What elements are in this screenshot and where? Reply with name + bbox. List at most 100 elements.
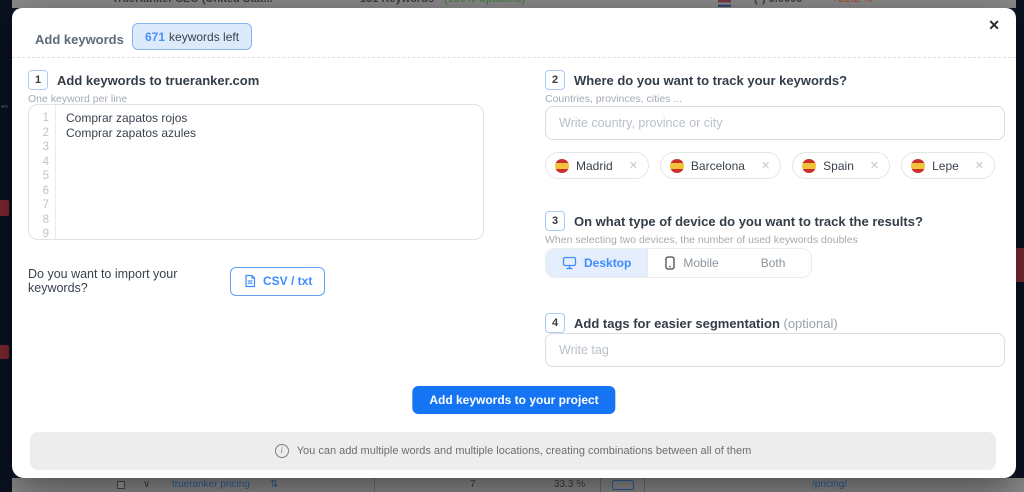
device-label: Desktop — [584, 256, 631, 270]
column-divider — [374, 478, 375, 492]
editor-line-numbers: 1 2 3 4 5 6 7 8 9 — [29, 105, 56, 239]
line-number: 8 — [29, 213, 49, 228]
chip-close-icon[interactable]: ✕ — [629, 159, 638, 172]
location-chip: Lepe ✕ — [901, 152, 995, 179]
background-bottom-row: ∨ trueranker pricing ⇅ 7 33.3 % /pricing… — [12, 478, 1024, 492]
device-option-mobile[interactable]: Mobile — [648, 249, 734, 277]
keyword-line: Comprar zapatos azules — [66, 126, 483, 141]
chevron-icon: ∨ — [143, 479, 150, 490]
step1-title: Add keywords to trueranker.com — [57, 73, 259, 88]
csv-import-button[interactable]: CSV / txt — [230, 267, 325, 296]
line-number: 5 — [29, 169, 49, 184]
line-number: 1 — [29, 111, 49, 126]
bg-row-checkbox — [117, 481, 125, 489]
chip-label: Madrid — [576, 159, 613, 173]
chip-label: Barcelona — [691, 159, 745, 173]
bg-row-url: /pricing/ — [812, 479, 847, 490]
bg-keywords-count: 151 Keywords — [360, 0, 434, 5]
screen: wo TrueRanker SEO (United Stat... 151 Ke… — [0, 0, 1024, 492]
spain-flag-icon — [911, 159, 925, 173]
bg-row-keyword: trueranker pricing — [172, 479, 250, 490]
spain-flag-icon — [802, 159, 816, 173]
header-divider — [12, 57, 1016, 58]
keywords-editor[interactable]: 1 2 3 4 5 6 7 8 9 Comprar zapatos rojos … — [28, 104, 484, 240]
location-chips: Madrid ✕ Barcelona ✕ Spain ✕ Lepe ✕ — [545, 152, 995, 179]
step2-title: Where do you want to track your keywords… — [574, 73, 847, 88]
chip-close-icon[interactable]: ✕ — [870, 159, 879, 172]
line-number: 2 — [29, 126, 49, 141]
import-row: Do you want to import your keywords? CSV… — [28, 266, 325, 296]
line-number: 7 — [29, 198, 49, 213]
sort-icon: ⇅ — [270, 479, 278, 490]
step3-title: On what type of device do you want to tr… — [574, 214, 923, 229]
device-option-both[interactable]: Both — [735, 249, 812, 277]
serp-preview-icon — [612, 480, 634, 490]
bg-delta: +22.2 % — [832, 0, 873, 5]
device-segmented-control: Desktop Mobile Both — [545, 248, 812, 278]
device-option-desktop[interactable]: Desktop — [546, 249, 648, 277]
file-icon — [243, 274, 257, 288]
info-bar: i You can add multiple words and multipl… — [30, 432, 996, 470]
step3-header: 3 On what type of device do you want to … — [545, 211, 923, 231]
close-icon[interactable]: ✕ — [988, 18, 1000, 32]
editor-content[interactable]: Comprar zapatos rojos Comprar zapatos az… — [56, 105, 483, 239]
step4-title-main: Add tags for easier segmentation — [574, 316, 780, 331]
info-icon: i — [275, 444, 289, 458]
chip-close-icon[interactable]: ✕ — [761, 159, 770, 172]
step4-title: Add tags for easier segmentation (option… — [574, 316, 838, 331]
spain-flag-icon — [555, 159, 569, 173]
info-note: You can add multiple words and multiple … — [297, 445, 752, 457]
add-keywords-submit-button[interactable]: Add keywords to your project — [412, 386, 615, 414]
step2-subtitle: Countries, provinces, cities ... — [545, 93, 682, 105]
sidebar-text-fragment: wo — [1, 104, 8, 110]
bg-row-percent: 33.3 % — [554, 479, 585, 490]
desktop-icon — [562, 256, 577, 270]
bg-project-name: TrueRanker SEO (United Stat... — [112, 0, 273, 5]
line-number: 6 — [29, 184, 49, 199]
location-chip: Barcelona ✕ — [660, 152, 781, 179]
step2-header: 2 Where do you want to track your keywor… — [545, 70, 847, 90]
keywords-left-label: keywords left — [169, 30, 239, 44]
right-edge-badge-fragment — [1016, 248, 1024, 282]
step3-number: 3 — [545, 211, 565, 231]
mobile-icon — [664, 256, 676, 270]
device-label: Mobile — [683, 256, 718, 270]
line-number: 4 — [29, 155, 49, 170]
chip-label: Spain — [823, 159, 854, 173]
import-question: Do you want to import your keywords? — [28, 267, 218, 295]
add-keywords-modal: ✕ Add keywords 671 keywords left 1 Add k… — [12, 8, 1016, 478]
location-chip: Madrid ✕ — [545, 152, 649, 179]
chip-label: Lepe — [932, 159, 959, 173]
bg-row-count: 7 — [470, 479, 476, 490]
bg-metric: (*) 0.0000 — [754, 0, 802, 5]
step3-subtitle: When selecting two devices, the number o… — [545, 234, 858, 246]
sidebar-badge-fragment — [0, 345, 9, 359]
device-label: Both — [761, 256, 786, 270]
step4-number: 4 — [545, 313, 565, 333]
bg-updated-label: (100% updated) — [444, 0, 525, 5]
us-flag-icon — [718, 0, 731, 7]
tag-input[interactable] — [545, 333, 1005, 367]
background-top-row: TrueRanker SEO (United Stat... 151 Keywo… — [12, 0, 1016, 8]
location-chip: Spain ✕ — [792, 152, 890, 179]
step2-number: 2 — [545, 70, 565, 90]
chip-close-icon[interactable]: ✕ — [975, 159, 984, 172]
csv-button-label: CSV / txt — [263, 274, 312, 288]
keywords-left-badge: 671 keywords left — [132, 23, 252, 50]
line-number: 9 — [29, 227, 49, 240]
step1-header: 1 Add keywords to trueranker.com — [28, 70, 259, 90]
sidebar-badge-fragment — [0, 200, 9, 216]
step4-title-optional: (optional) — [780, 316, 838, 331]
keyword-line: Comprar zapatos rojos — [66, 111, 483, 126]
column-divider — [600, 478, 601, 492]
line-number: 3 — [29, 140, 49, 155]
column-divider — [644, 478, 645, 492]
background-sidebar: wo — [0, 0, 12, 492]
spain-flag-icon — [670, 159, 684, 173]
step1-number: 1 — [28, 70, 48, 90]
step4-header: 4 Add tags for easier segmentation (opti… — [545, 313, 838, 333]
modal-title: Add keywords — [35, 32, 124, 47]
location-input[interactable] — [545, 106, 1005, 140]
keywords-left-count: 671 — [145, 30, 165, 44]
background-right-edge — [1016, 0, 1024, 492]
